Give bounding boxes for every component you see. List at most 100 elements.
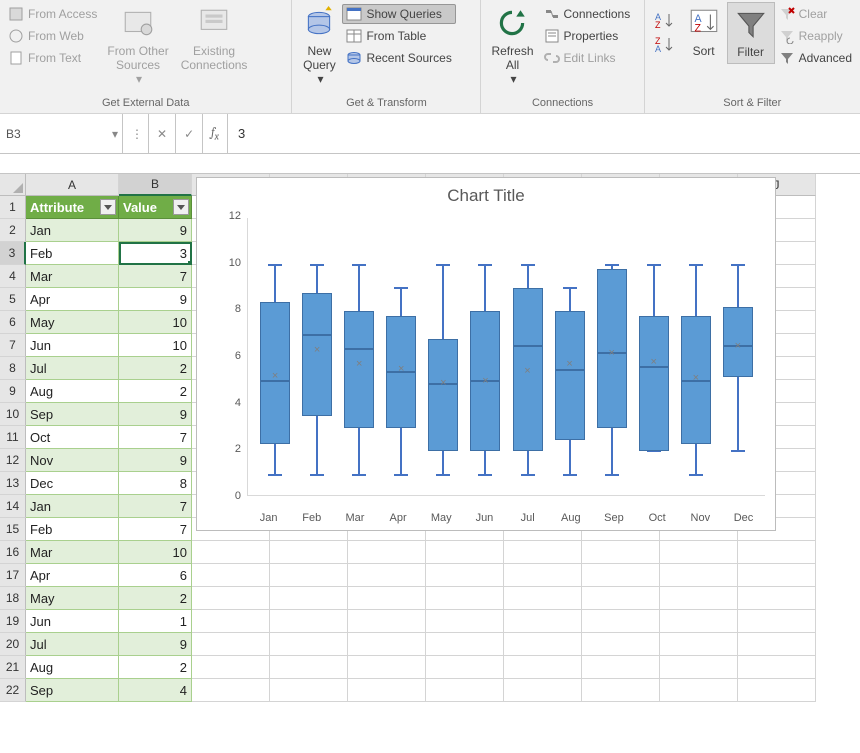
cell[interactable]: Apr	[26, 288, 119, 311]
cell[interactable]	[348, 541, 426, 564]
cell[interactable]	[660, 564, 738, 587]
sort-asc-button[interactable]: AZ	[653, 8, 677, 30]
filter-button[interactable]: Filter	[727, 2, 775, 64]
cell[interactable]	[660, 679, 738, 702]
cell[interactable]	[504, 656, 582, 679]
box-whisker[interactable]: ×	[506, 218, 548, 495]
cell[interactable]: May	[26, 311, 119, 334]
cell[interactable]	[582, 633, 660, 656]
formula-input[interactable]: 3	[228, 114, 860, 153]
refresh-all-button[interactable]: Refresh All ▾	[485, 2, 539, 90]
cell[interactable]: Feb	[26, 242, 119, 265]
row-header[interactable]: 5	[0, 288, 26, 311]
cell[interactable]: May	[26, 587, 119, 610]
row-header[interactable]: 16	[0, 541, 26, 564]
cell[interactable]: Jun	[26, 334, 119, 357]
cell[interactable]: 6	[119, 564, 192, 587]
cell[interactable]	[192, 633, 270, 656]
cell[interactable]	[504, 679, 582, 702]
existing-connections-button[interactable]: Existing Connections	[175, 2, 254, 76]
insert-function-button[interactable]: fx	[203, 114, 228, 153]
cell[interactable]	[738, 633, 816, 656]
cell[interactable]	[426, 656, 504, 679]
cell[interactable]	[426, 587, 504, 610]
cell[interactable]	[426, 633, 504, 656]
cell[interactable]: 9	[119, 219, 192, 242]
cell[interactable]: 10	[119, 334, 192, 357]
cell[interactable]: 7	[119, 518, 192, 541]
cell[interactable]: 9	[119, 449, 192, 472]
reapply-button[interactable]: Reapply	[775, 26, 856, 46]
box-whisker[interactable]: ×	[633, 218, 675, 495]
cell[interactable]	[582, 679, 660, 702]
from-table-button[interactable]: From Table	[342, 26, 455, 46]
cell[interactable]	[660, 541, 738, 564]
cell[interactable]	[504, 541, 582, 564]
cell[interactable]	[270, 679, 348, 702]
name-box[interactable]: B3 ▾	[0, 114, 123, 153]
cell[interactable]: Mar	[26, 265, 119, 288]
cell[interactable]	[348, 587, 426, 610]
cell[interactable]: Jan	[26, 495, 119, 518]
cell[interactable]: 1	[119, 610, 192, 633]
row-header[interactable]: 10	[0, 403, 26, 426]
box-whisker[interactable]: ×	[296, 218, 338, 495]
connections-button[interactable]: Connections	[540, 4, 635, 24]
cell[interactable]	[582, 564, 660, 587]
cell[interactable]	[426, 564, 504, 587]
from-text-button[interactable]: From Text	[4, 48, 101, 68]
cell[interactable]: Jul	[26, 633, 119, 656]
row-header[interactable]: 4	[0, 265, 26, 288]
row-header[interactable]: 14	[0, 495, 26, 518]
cell[interactable]: Aug	[26, 380, 119, 403]
cell[interactable]	[270, 656, 348, 679]
show-queries-button[interactable]: Show Queries	[342, 4, 455, 24]
cell[interactable]: 9	[119, 403, 192, 426]
cell[interactable]	[738, 656, 816, 679]
cell[interactable]	[738, 610, 816, 633]
cell[interactable]	[270, 541, 348, 564]
row-header[interactable]: 1	[0, 196, 26, 219]
cell[interactable]	[348, 633, 426, 656]
box-whisker[interactable]: ×	[675, 218, 717, 495]
cell[interactable]: Dec	[26, 472, 119, 495]
from-web-button[interactable]: From Web	[4, 26, 101, 46]
cell[interactable]: 7	[119, 265, 192, 288]
cell[interactable]	[738, 679, 816, 702]
cell[interactable]	[192, 587, 270, 610]
cell[interactable]: Jun	[26, 610, 119, 633]
cell[interactable]: Sep	[26, 679, 119, 702]
row-header[interactable]: 15	[0, 518, 26, 541]
row-header[interactable]: 7	[0, 334, 26, 357]
box-whisker[interactable]: ×	[591, 218, 633, 495]
box-whisker[interactable]: ×	[338, 218, 380, 495]
advanced-button[interactable]: Advanced	[775, 48, 856, 68]
embedded-chart[interactable]: Chart Title 024681012 ×××××××××××× JanFe…	[196, 177, 776, 531]
cell[interactable]: 9	[119, 633, 192, 656]
row-header[interactable]: 9	[0, 380, 26, 403]
row-header[interactable]: 22	[0, 679, 26, 702]
row-header[interactable]: 17	[0, 564, 26, 587]
row-header[interactable]: 18	[0, 587, 26, 610]
cell[interactable]: Aug	[26, 656, 119, 679]
cell[interactable]	[270, 587, 348, 610]
cell[interactable]	[426, 541, 504, 564]
sort-button[interactable]: AZ Sort	[681, 2, 727, 62]
cell[interactable]	[660, 656, 738, 679]
cell[interactable]	[192, 610, 270, 633]
cell[interactable]: Nov	[26, 449, 119, 472]
cell[interactable]	[348, 564, 426, 587]
cell[interactable]: 3	[119, 242, 192, 265]
box-whisker[interactable]: ×	[464, 218, 506, 495]
cell[interactable]: 2	[119, 656, 192, 679]
cell[interactable]	[582, 587, 660, 610]
cell[interactable]	[192, 564, 270, 587]
cell[interactable]: Apr	[26, 564, 119, 587]
edit-links-button[interactable]: Edit Links	[540, 48, 635, 68]
chart-title[interactable]: Chart Title	[197, 178, 775, 210]
from-access-button[interactable]: From Access	[4, 4, 101, 24]
table-header-cell[interactable]: Value	[119, 196, 192, 219]
from-other-sources-button[interactable]: From Other Sources ▾	[101, 2, 174, 90]
cell[interactable]	[504, 564, 582, 587]
row-header[interactable]: 21	[0, 656, 26, 679]
